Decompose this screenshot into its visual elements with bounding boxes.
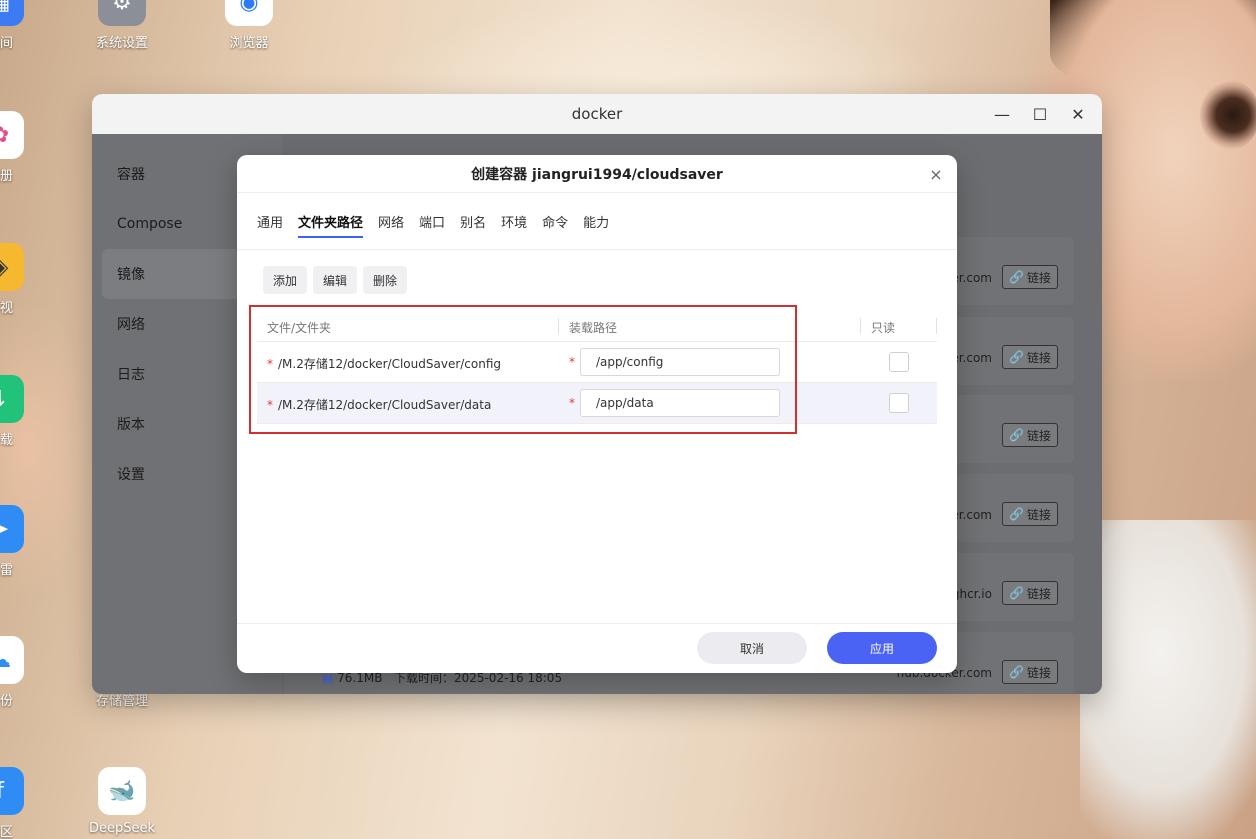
download-icon: ↓ (0, 375, 24, 423)
link-icon: 🔗 (1009, 350, 1024, 364)
photos-icon: ✿ (0, 111, 24, 159)
desktop-icon-photos[interactable]: ✿ 相册 (0, 111, 45, 184)
cloud-icon: ☁ (0, 636, 24, 684)
link-icon: 🔗 (1009, 665, 1024, 679)
required-marker: * (569, 396, 575, 410)
mount-path-input[interactable] (580, 348, 780, 376)
registry-domain: ghcr.io (951, 587, 992, 601)
delete-button[interactable]: 删除 (363, 266, 408, 294)
tab-general[interactable]: 通用 (257, 204, 283, 238)
table-header: 文件/文件夹 装载路径 只读 (257, 310, 937, 342)
table-row[interactable]: */M.2存储12/docker/CloudSaver/data * (257, 383, 937, 424)
tab-environment[interactable]: 环境 (501, 204, 527, 238)
readonly-checkbox[interactable] (889, 393, 909, 413)
link-button[interactable]: 🔗 链接 (1002, 660, 1058, 684)
tab-command[interactable]: 命令 (542, 204, 568, 238)
host-path: */M.2存储12/docker/CloudSaver/data (267, 398, 492, 412)
video-icon: ◈ (0, 243, 24, 291)
mount-path-input[interactable] (580, 389, 780, 417)
tab-ports[interactable]: 端口 (419, 204, 445, 238)
apply-button[interactable]: 应用 (827, 632, 937, 664)
minimize-button[interactable]: — (990, 102, 1014, 126)
dialog-tabs: 通用 文件夹路径 网络 端口 别名 环境 命令 能力 (237, 193, 957, 250)
desktop-icon-system-settings[interactable]: ⚙ 系统设置 (77, 0, 167, 51)
link-button[interactable]: 🔗 链接 (1002, 265, 1058, 289)
desktop-icon-deepseek[interactable]: 🐋 DeepSeek (77, 767, 167, 836)
tab-network[interactable]: 网络 (378, 204, 404, 238)
tab-alias[interactable]: 别名 (460, 204, 486, 238)
link-icon: 🔗 (1009, 428, 1024, 442)
tab-folder-paths[interactable]: 文件夹路径 (298, 204, 364, 238)
desktop-icon-thunder[interactable]: ➤ 迅雷 (0, 505, 45, 578)
path-toolbar: 添加 编辑 删除 (263, 266, 408, 294)
space-icon: ▦ (0, 0, 24, 26)
link-button[interactable]: 🔗 链接 (1002, 502, 1058, 526)
create-container-dialog: 创建容器 jiangrui1994/cloudsaver × 通用 文件夹路径 … (237, 155, 957, 673)
database-icon: ▤ (322, 671, 334, 685)
table-row[interactable]: */M.2存储12/docker/CloudSaver/config * (257, 342, 937, 383)
column-header-path: 文件/文件夹 (267, 321, 332, 335)
tab-capabilities[interactable]: 能力 (583, 204, 609, 238)
link-icon: 🔗 (1009, 586, 1024, 600)
dialog-header: 创建容器 jiangrui1994/cloudsaver × (237, 155, 957, 193)
desktop-icon-community[interactable]: f 社区 (0, 767, 45, 839)
community-icon: f (0, 767, 24, 815)
column-header-readonly: 只读 (871, 321, 896, 335)
edit-button[interactable]: 编辑 (313, 266, 358, 294)
link-button[interactable]: 🔗 链接 (1002, 423, 1058, 447)
window-close-button[interactable]: ✕ (1066, 102, 1090, 126)
thunder-icon: ➤ (0, 505, 24, 553)
link-button[interactable]: 🔗 链接 (1002, 581, 1058, 605)
desktop-icon-browser[interactable]: ◉ 浏览器 (204, 0, 294, 51)
cancel-button[interactable]: 取消 (697, 632, 807, 664)
desktop-icon-download[interactable]: ↓ 下载 (0, 375, 45, 448)
link-icon: 🔗 (1009, 507, 1024, 521)
dialog-title: 创建容器 jiangrui1994/cloudsaver (471, 166, 723, 183)
column-header-mount: 装载路径 (569, 321, 618, 335)
host-path: */M.2存储12/docker/CloudSaver/config (267, 357, 502, 371)
required-marker: * (569, 355, 575, 369)
readonly-checkbox[interactable] (889, 352, 909, 372)
window-titlebar[interactable]: docker — ☐ ✕ (92, 94, 1102, 134)
desktop-icon-space[interactable]: ▦ 空间 (0, 0, 45, 51)
link-icon: 🔗 (1009, 270, 1024, 284)
window-title: docker (571, 105, 623, 123)
maximize-button[interactable]: ☐ (1028, 102, 1052, 126)
whale-icon: 🐋 (98, 767, 146, 815)
dialog-footer: 取消 应用 (237, 623, 957, 673)
desktop-icon-video[interactable]: ◈ 影视 (0, 243, 45, 316)
desktop-icon-backup[interactable]: ☁ 备份 (0, 636, 45, 709)
browser-icon: ◉ (225, 0, 273, 26)
dialog-close-icon[interactable]: × (927, 165, 945, 184)
link-button[interactable]: 🔗 链接 (1002, 345, 1058, 369)
volume-table: 文件/文件夹 装载路径 只读 */M.2存储12/docker/CloudSav… (257, 310, 937, 424)
gear-icon: ⚙ (98, 0, 146, 26)
add-button[interactable]: 添加 (263, 266, 308, 294)
